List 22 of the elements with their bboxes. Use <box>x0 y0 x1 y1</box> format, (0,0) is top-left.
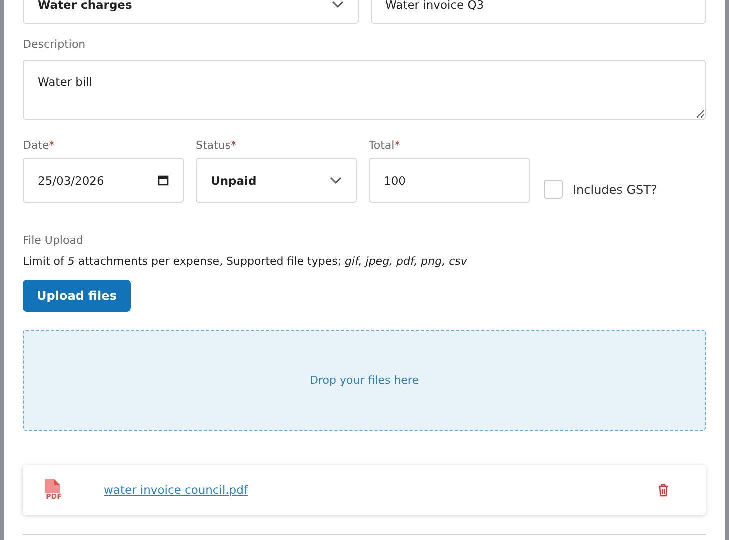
date-field[interactable]: 25/03/2026 <box>23 158 184 203</box>
description-field[interactable]: Water bill <box>23 60 706 120</box>
status-select[interactable]: Unpaid <box>196 158 357 203</box>
checkbox-label: Includes GST? <box>573 182 658 196</box>
drop-zone-text: Drop your files here <box>310 374 419 387</box>
section-label: File Upload <box>23 234 84 247</box>
field-label: Total* <box>369 139 402 152</box>
drop-zone[interactable]: Drop your files here <box>23 330 706 431</box>
checkbox[interactable] <box>544 180 563 199</box>
chevron-down-icon <box>330 176 342 184</box>
upload-hint: Limit of 5 attachments per expense, Supported file types; gif, jpeg, pdf, png, csv <box>23 255 468 268</box>
upload-button[interactable]: Upload files <box>23 280 131 312</box>
field-label: Description <box>23 38 87 51</box>
calendar-icon <box>158 175 169 186</box>
field-label: Status* <box>196 139 238 152</box>
chevron-down-icon <box>332 1 344 9</box>
field-label: Date* <box>23 139 56 152</box>
category-select[interactable]: Water charges <box>23 0 358 24</box>
delete-icon[interactable] <box>658 484 669 496</box>
total-field[interactable]: 100 <box>369 158 530 203</box>
file-link[interactable]: water invoice council.pdf <box>104 483 658 497</box>
reference-field[interactable]: Water invoice Q3 <box>370 0 706 24</box>
